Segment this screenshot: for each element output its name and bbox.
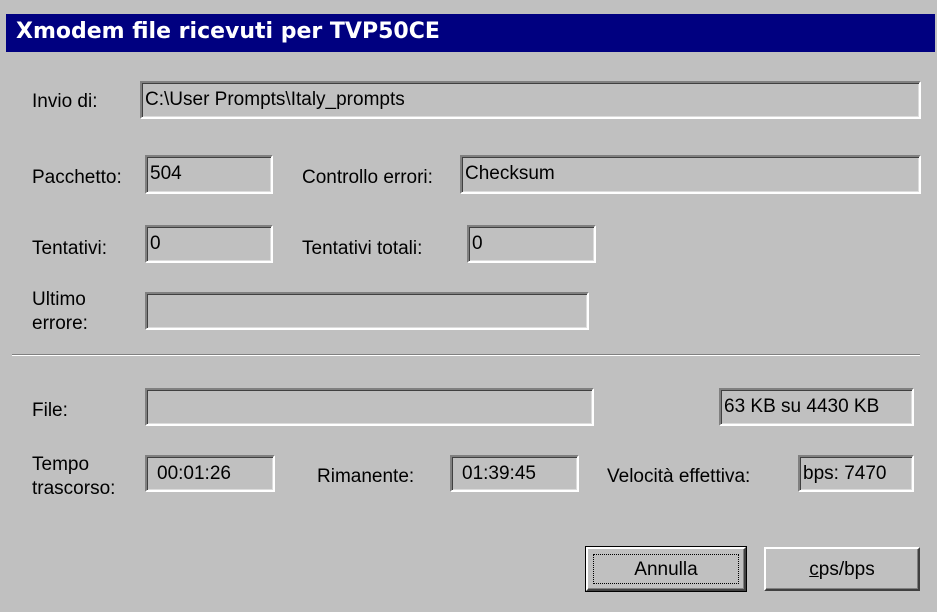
velocita-label: Velocità effettiva: (607, 466, 751, 487)
file-label: File: (32, 400, 68, 421)
invio-field: C:\User Prompts\Italy_prompts (140, 81, 921, 119)
invio-label: Invio di: (32, 91, 98, 112)
pacchetto-field: 504 (145, 155, 273, 194)
tentativi-totali-label: Tentativi totali: (302, 238, 423, 259)
ultimo-errore-label-line1: Ultimo (32, 289, 86, 310)
file-size-field: 63 KB su 4430 KB (719, 388, 914, 426)
annulla-button-label: Annulla (634, 559, 698, 580)
rimanente-field: 01:39:45 (450, 455, 579, 492)
file-field (145, 388, 594, 426)
cps-bps-rest: ps/bps (818, 559, 875, 580)
controllo-errori-field: Checksum (460, 155, 921, 194)
xmodem-dialog: Xmodem file ricevuti per TVP50CE Invio d… (0, 0, 937, 612)
ultimo-errore-field (145, 292, 589, 330)
cps-bps-accelerator: c (809, 559, 819, 580)
tempo-label-line2: trascorso: (32, 478, 116, 499)
controllo-errori-label: Controllo errori: (302, 167, 433, 188)
dialog-title: Xmodem file ricevuti per TVP50CE (16, 19, 440, 44)
tentativi-field: 0 (145, 225, 273, 263)
ultimo-errore-label-line2: errore: (32, 313, 88, 334)
tempo-label-line1: Tempo (32, 454, 90, 475)
pacchetto-label: Pacchetto: (32, 167, 122, 188)
separator-highlight (12, 355, 920, 356)
cps-bps-button-label: cps/bps (766, 559, 918, 581)
cps-bps-button[interactable]: cps/bps (764, 547, 920, 591)
title-bar[interactable]: Xmodem file ricevuti per TVP50CE (6, 14, 935, 52)
velocita-field: bps: 7470 (798, 455, 914, 492)
tentativi-label: Tentativi: (32, 238, 107, 259)
annulla-button[interactable]: Annulla (585, 546, 747, 592)
tentativi-totali-field: 0 (467, 225, 596, 263)
tempo-trascorso-field: 00:01:26 (145, 455, 275, 492)
rimanente-label: Rimanente: (317, 466, 415, 487)
